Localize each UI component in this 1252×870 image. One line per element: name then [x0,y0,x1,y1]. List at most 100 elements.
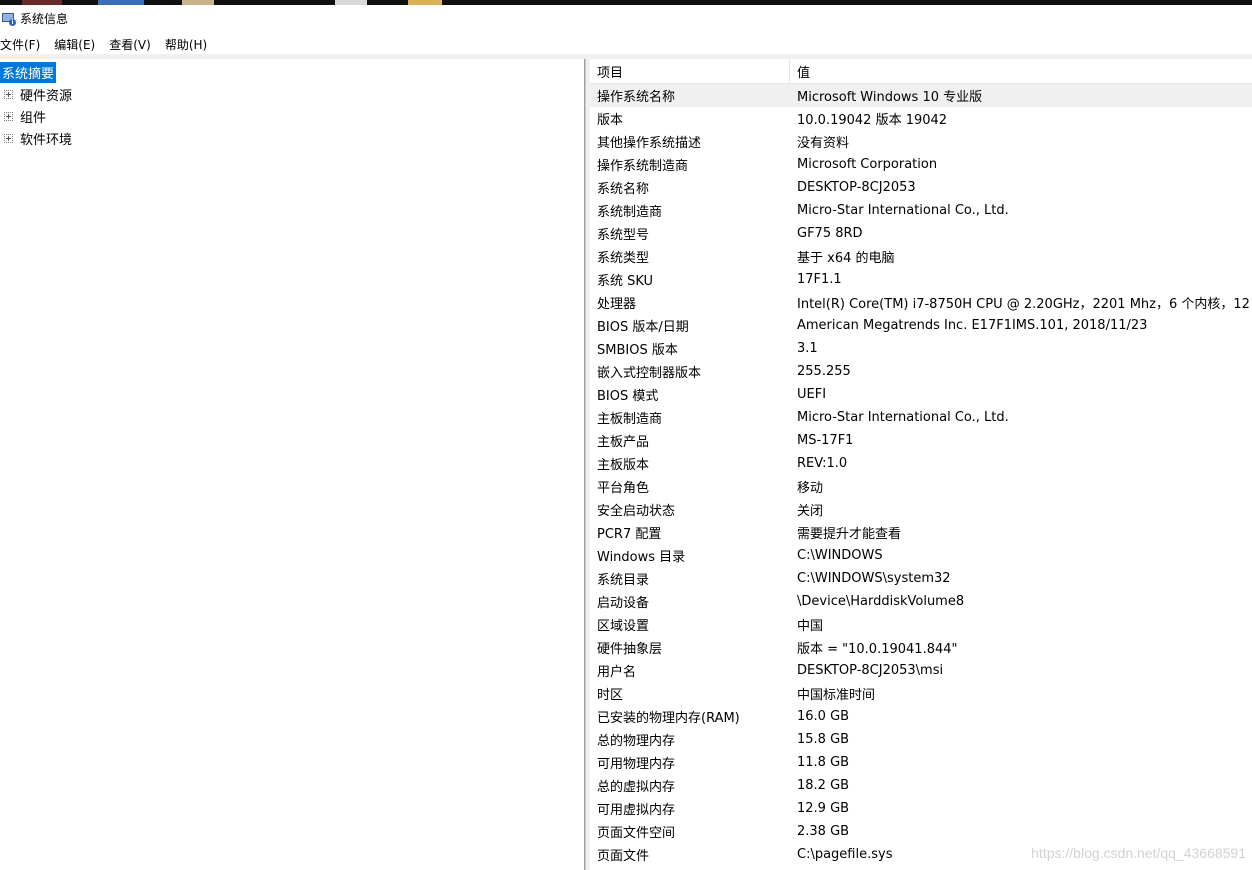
table-row[interactable]: 可用物理内存 11.8 GB [590,751,1252,774]
expand-plus-icon[interactable] [4,89,13,99]
column-header-value[interactable]: 值 [790,59,810,84]
cell-item: 总的虚拟内存 [597,780,676,795]
cell-value: DESKTOP-8CJ2053\msi [797,663,944,678]
table-row[interactable]: 硬件抽象层 版本 = "10.0.19041.844" [590,636,1252,659]
cell-value: 12.9 GB [797,801,850,816]
table-row[interactable]: 系统型号 GF75 8RD [590,222,1252,245]
table-row[interactable]: 可用虚拟内存 12.9 GB [590,797,1252,820]
tree-item-system-summary[interactable]: 系统摘要 [0,61,57,83]
table-row[interactable]: 嵌入式控制器版本 255.255 [590,360,1252,383]
cell-value: Micro-Star International Co., Ltd. [797,410,1009,425]
watermark: https://blog.csdn.net/qq_43668591 [1031,845,1246,861]
cell-item: 主板制造商 [597,412,663,427]
menu-help[interactable]: 帮助(H) [165,36,214,53]
table-row[interactable]: 系统类型 基于 x64 的电脑 [590,245,1252,268]
table-row[interactable]: 主板产品 MS-17F1 [590,429,1252,452]
table-row[interactable]: 系统名称 DESKTOP-8CJ2053 [590,176,1252,199]
cell-item: 启动设备 [597,596,650,611]
column-header-item[interactable]: 项目 [590,59,790,84]
cell-item: 其他操作系统描述 [597,136,702,151]
cell-value: 255.255 [797,364,851,379]
table-row[interactable]: 总的物理内存 15.8 GB [590,728,1252,751]
table-row[interactable]: 用户名 DESKTOP-8CJ2053\msi [590,659,1252,682]
table-row[interactable]: 安全启动状态 关闭 [590,498,1252,521]
details-list: 项目 值 操作系统名称 Microsoft Windows 10 专业版版本 10.… [590,59,1252,870]
cell-item: 主板版本 [597,458,650,473]
window-title: 系统信息 [20,12,69,26]
cell-value: 版本 = "10.0.19041.844" [797,642,958,657]
cell-value: Intel(R) Core(TM) i7-8750H CPU @ 2.20GHz… [797,297,1252,312]
table-row[interactable]: 其他操作系统描述 没有资料 [590,130,1252,153]
table-row[interactable]: 系统 SKU 17F1.1 [590,268,1252,291]
cell-value: REV:1.0 [797,456,848,471]
tree-item-software-environment[interactable]: 软件环境 [0,128,72,148]
expand-plus-icon[interactable] [4,133,13,143]
table-row[interactable]: 主板制造商 Micro-Star International Co., Ltd. [590,406,1252,429]
table-row[interactable]: 系统目录 C:\WINDOWS\system32 [590,567,1252,590]
cell-item: PCR7 配置 [597,527,662,542]
table-row[interactable]: BIOS 模式 UEFI [590,383,1252,406]
table-row[interactable]: Windows 目录 C:\WINDOWS [590,544,1252,567]
cell-item: 页面文件空间 [597,826,676,841]
table-row[interactable]: 平台角色 移动 [590,475,1252,498]
cell-value: C:\WINDOWS\system32 [797,571,951,586]
cell-value: DESKTOP-8CJ2053 [797,180,916,195]
table-row[interactable]: 主板版本 REV:1.0 [590,452,1252,475]
cell-item: 处理器 [597,297,637,312]
cell-value: UEFI [797,387,827,402]
expand-plus-icon[interactable] [4,111,13,121]
list-header: 项目 值 [590,59,1252,84]
table-row[interactable]: 已安装的物理内存(RAM) 16.0 GB [590,705,1252,728]
cell-item: 操作系统名称 [597,90,676,105]
system-info-icon: i [1,11,17,27]
menu-edit[interactable]: 编辑(E) [54,36,102,53]
cell-value: 中国 [797,619,824,634]
cell-item: 已安装的物理内存(RAM) [597,711,740,726]
cell-item: 区域设置 [597,619,650,634]
table-row[interactable]: 时区 中国标准时间 [590,682,1252,705]
menu-bar: 文件(F) 编辑(E) 查看(V) 帮助(H) [0,34,1252,54]
table-row[interactable]: 操作系统制造商 Microsoft Corporation [590,153,1252,176]
cell-value: 11.8 GB [797,755,850,770]
cell-item: BIOS 模式 [597,389,659,404]
table-row[interactable]: SMBIOS 版本 3.1 [590,337,1252,360]
menu-view[interactable]: 查看(V) [109,36,158,53]
cell-value: 16.0 GB [797,709,850,724]
cell-value: 18.2 GB [797,778,850,793]
tree-item-label: 软件环境 [20,132,73,148]
table-row[interactable]: 启动设备 \Device\HarddiskVolume8 [590,590,1252,613]
table-row[interactable]: 总的虚拟内存 18.2 GB [590,774,1252,797]
tree-item-label: 系统摘要 [0,61,57,83]
menu-file[interactable]: 文件(F) [0,36,47,53]
cell-value: Microsoft Windows 10 专业版 [797,90,983,105]
cell-value: 15.8 GB [797,732,850,747]
cell-value: Micro-Star International Co., Ltd. [797,203,1009,218]
cell-value: 基于 x64 的电脑 [797,251,895,266]
cell-value: 17F1.1 [797,272,842,287]
list-rows: 操作系统名称 Microsoft Windows 10 专业版版本 10.0.190… [590,84,1252,866]
table-row[interactable]: 处理器 Intel(R) Core(TM) i7-8750H CPU @ 2.20… [590,291,1252,314]
cell-item: BIOS 版本/日期 [597,320,689,335]
cell-value: 移动 [797,481,824,496]
table-row[interactable]: 版本 10.0.19042 版本 19042 [590,107,1252,130]
table-row[interactable]: 页面文件空间 2.38 GB [590,820,1252,843]
cell-item: SMBIOS 版本 [597,343,678,358]
cell-value: C:\WINDOWS [797,548,883,563]
cell-item: 主板产品 [597,435,650,450]
tree-item-hardware-resources[interactable]: 硬件资源 [0,84,72,104]
table-row[interactable]: PCR7 配置 需要提升才能查看 [590,521,1252,544]
cell-item: 时区 [597,688,624,703]
cell-value: 关闭 [797,504,824,519]
table-row[interactable]: 系统制造商 Micro-Star International Co., Ltd. [590,199,1252,222]
table-row[interactable]: 操作系统名称 Microsoft Windows 10 专业版 [590,84,1252,107]
table-row[interactable]: 区域设置 中国 [590,613,1252,636]
cell-item: 系统 SKU [597,274,654,289]
cell-value: 需要提升才能查看 [797,527,902,542]
cell-item: 硬件抽象层 [597,642,663,657]
title-bar: i 系统信息 [0,5,1252,32]
table-row[interactable]: BIOS 版本/日期 American Megatrends Inc. E17F1… [590,314,1252,337]
cell-item: 系统制造商 [597,205,663,220]
cell-item: 可用虚拟内存 [597,803,676,818]
tree-item-label: 硬件资源 [20,88,73,104]
tree-item-components[interactable]: 组件 [0,106,46,126]
